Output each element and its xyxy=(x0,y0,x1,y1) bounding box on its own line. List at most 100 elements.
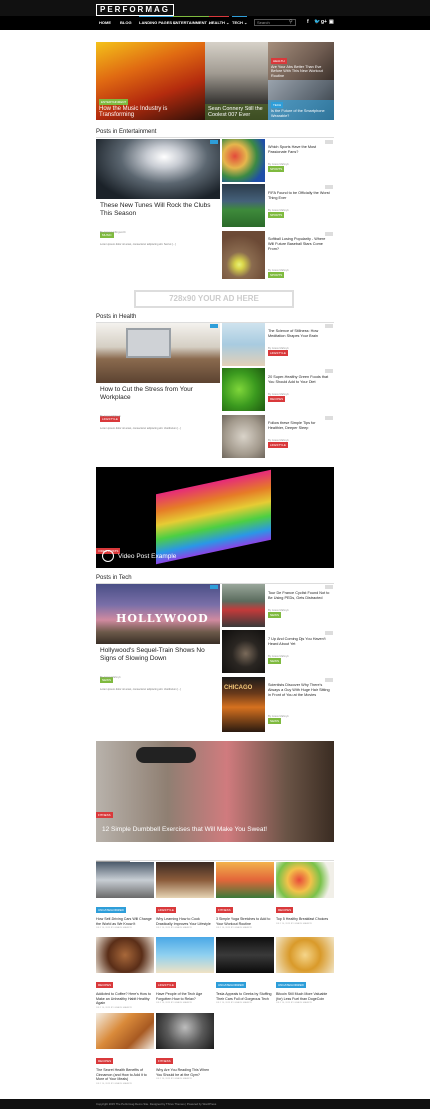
tech-item-2-tag[interactable]: NEWS xyxy=(268,649,281,667)
latest-card[interactable]: UNCATEGORIZED Tesla Appeals to Geeks by … xyxy=(216,937,274,1004)
health-item-1-tag[interactable]: LIFESTYLE xyxy=(268,341,288,359)
latest-card-tag[interactable]: UNCATEGORIZED xyxy=(96,907,126,913)
youtube-icon[interactable]: ▣ xyxy=(329,19,334,25)
hero-top-right[interactable]: HEALTH Are Your Abs Better Than Eve Befo… xyxy=(268,42,334,80)
nav-home[interactable]: HOME xyxy=(99,16,111,30)
health-item-3-title[interactable]: Follow these Simple Tips for Healthier, … xyxy=(268,421,332,431)
nav-entertainment[interactable]: ENTERTAINMENT ⌄ xyxy=(173,16,212,30)
latest-card-tag[interactable]: LIFESTYLE xyxy=(156,982,176,988)
hero-bottom-right[interactable]: TECH Is the Future of the Smartphone Wea… xyxy=(268,80,334,120)
hero-main[interactable]: ENTERTAINMENT How the Music Industry is … xyxy=(96,42,205,120)
nav-landing-pages[interactable]: LANDING PAGES ⌄ xyxy=(139,16,177,30)
video-post[interactable]: VIDEO POSTS Video Post Example xyxy=(96,467,334,568)
health-feature-title[interactable]: How to Cut the Stress from Your Workplac… xyxy=(100,386,218,402)
latest-card-tag[interactable]: RECIPES xyxy=(276,907,294,913)
latest-card-tag[interactable]: UNCATEGORIZED xyxy=(276,982,306,988)
play-icon[interactable] xyxy=(102,550,114,562)
entertainment-feature-image[interactable] xyxy=(96,139,220,199)
ent-item-2-title[interactable]: FIFA Found to be Officially the Worst Th… xyxy=(268,191,332,201)
latest-card[interactable]: UNCATEGORIZED Bitcoin Still Much More Va… xyxy=(276,937,334,1004)
hero-middle-title[interactable]: Sean Connery Still the Coolest 007 Ever xyxy=(208,106,265,118)
hero-top-right-title[interactable]: Are Your Abs Better Than Eve Before With… xyxy=(271,65,331,79)
ent-item-1-title[interactable]: Which Sports Have the Most Passionate Fa… xyxy=(268,145,332,155)
latest-card-title[interactable]: Bitcoin Still Much More Valuable (for) L… xyxy=(276,992,334,1001)
latest-card-title[interactable]: Why Learning How to Cook Drastically Imp… xyxy=(156,917,214,926)
site-logo[interactable]: PERFORMAG xyxy=(96,4,174,16)
ent-item-2-tag[interactable]: SPORTS xyxy=(268,203,285,221)
latest-card[interactable]: FITNESS 3 Simple Yoga Stretches to Add t… xyxy=(216,862,274,929)
latest-card-title[interactable]: Have People of the Tech Age Forgotten Ho… xyxy=(156,992,214,1001)
latest-card-title[interactable]: Top 5 Healthy Breakfast Choices xyxy=(276,917,334,922)
tech-item-2-title[interactable]: 7 Up And Coming Djs You Haven't Heard Ab… xyxy=(268,637,332,647)
tech-item-1-image[interactable] xyxy=(222,584,265,627)
search-icon[interactable]: ⚲ xyxy=(289,19,293,25)
latest-card[interactable]: UNCATEGORIZED How Self-Driving Cars Will… xyxy=(96,862,154,929)
latest-card-title[interactable]: Why Are You Reading This When You Should… xyxy=(156,1068,214,1077)
latest-card-tag[interactable]: FITNESS xyxy=(216,907,233,913)
tech-feature-image[interactable]: HOLLYWOOD xyxy=(96,584,220,644)
latest-card[interactable]: LIFESTYLE Why Learning How to Cook Drast… xyxy=(156,862,214,929)
latest-card-image[interactable] xyxy=(96,937,154,973)
twitter-icon[interactable]: 🐦 xyxy=(314,19,320,25)
hero-middle[interactable]: Sean Connery Still the Coolest 007 Ever xyxy=(205,42,268,120)
ad-banner[interactable]: 728x90 YOUR AD HERE xyxy=(134,290,294,308)
video-title[interactable]: Video Post Example xyxy=(118,553,176,560)
tech-item-3-image[interactable]: CHICAGO xyxy=(222,677,265,732)
latest-card-tag[interactable]: UNCATEGORIZED xyxy=(216,982,246,988)
latest-card-title[interactable]: Tesla Appeals to Geeks by Stuffing Their… xyxy=(216,992,274,1001)
latest-card-image[interactable] xyxy=(216,862,274,898)
latest-card-image[interactable] xyxy=(156,937,214,973)
latest-card-tag[interactable]: RECIPES xyxy=(96,982,114,988)
facebook-icon[interactable]: f xyxy=(307,19,309,25)
latest-card-image[interactable] xyxy=(276,862,334,898)
tech-item-3-tag[interactable]: NEWS xyxy=(268,709,281,727)
latest-card-image[interactable] xyxy=(276,937,334,973)
ent-item-3-image[interactable] xyxy=(222,231,265,279)
health-item-3-tag[interactable]: LIFESTYLE xyxy=(268,433,288,451)
latest-card[interactable]: LIFESTYLE Have People of the Tech Age Fo… xyxy=(156,937,214,1004)
health-feature-image[interactable] xyxy=(96,323,220,383)
latest-card-tag[interactable]: FITNESS xyxy=(156,1058,173,1064)
latest-card[interactable]: FITNESS Why Are You Reading This When Yo… xyxy=(156,1013,214,1080)
latest-card-title[interactable]: 3 Simple Yoga Stretches to Add to Your W… xyxy=(216,917,274,926)
fitness-feature[interactable]: FITNESS 12 Simple Dumbbell Exercises tha… xyxy=(96,741,334,842)
hero-bottom-right-title[interactable]: Is the Future of the Smartphone Wearable… xyxy=(271,109,331,118)
hero-top-right-tag[interactable]: HEALTH xyxy=(271,57,287,64)
latest-card[interactable]: RECIPES The Secret Health Benefits of Ci… xyxy=(96,1013,154,1085)
health-item-1-title[interactable]: The Science of Stillness: How Meditation… xyxy=(268,329,332,339)
hero-bottom-right-tag[interactable]: TECH xyxy=(271,102,284,108)
ent-item-3-tag[interactable]: SPORTS xyxy=(268,263,285,281)
tech-item-1-tag[interactable]: NEWS xyxy=(268,603,281,621)
health-item-2-title[interactable]: 20 Super-Healthy Green Foods that You Sh… xyxy=(268,375,332,385)
latest-card-title[interactable]: How Self-Driving Cars Will Change the Wo… xyxy=(96,917,154,926)
ent-item-1-tag[interactable]: SPORTS xyxy=(268,157,285,175)
entertainment-feature-title[interactable]: These New Tunes Will Rock the Clubs This… xyxy=(100,202,218,218)
fitness-tag[interactable]: FITNESS xyxy=(96,812,113,818)
latest-card-title[interactable]: The Secret Health Benefits of Cinnamon (… xyxy=(96,1068,154,1082)
hero-main-tag[interactable]: ENTERTAINMENT xyxy=(99,99,129,105)
tech-item-3-title[interactable]: Scientists Discover Why There's Always a… xyxy=(268,683,332,698)
latest-card-tag[interactable]: RECIPES xyxy=(96,1058,114,1064)
tech-item-1-title[interactable]: Tour De France Cyclist Found Not to Be U… xyxy=(268,591,332,601)
tech-feature-title[interactable]: Hollywood's Sequel-Train Shows No Signs … xyxy=(100,647,218,663)
tech-item-2-image[interactable] xyxy=(222,630,265,673)
ent-item-1-image[interactable] xyxy=(222,139,265,182)
latest-card-image[interactable] xyxy=(96,862,154,898)
nav-health[interactable]: HEALTH ⌄ xyxy=(209,16,230,30)
health-item-1-image[interactable] xyxy=(222,323,265,366)
latest-card[interactable]: RECIPES Top 5 Healthy Breakfast Choices … xyxy=(276,862,334,925)
latest-card-tag[interactable]: LIFESTYLE xyxy=(156,907,176,913)
ent-item-2-image[interactable] xyxy=(222,184,265,227)
ent-item-3-title[interactable]: Softball Losing Popularity - Where Will … xyxy=(268,237,332,252)
health-item-2-image[interactable] xyxy=(222,368,265,411)
hero-main-title[interactable]: How the Music Industry is Transforming xyxy=(99,106,167,118)
latest-card-title[interactable]: Addicted to Coffee? Here's How to Make a… xyxy=(96,992,154,1006)
fitness-title[interactable]: 12 Simple Dumbbell Exercises that Will M… xyxy=(102,826,267,833)
latest-card-image[interactable] xyxy=(216,937,274,973)
latest-card-image[interactable] xyxy=(156,862,214,898)
google-plus-icon[interactable]: g+ xyxy=(321,19,327,25)
latest-card[interactable]: RECIPES Addicted to Coffee? Here's How t… xyxy=(96,937,154,1009)
nav-blog[interactable]: BLOG xyxy=(120,16,132,30)
latest-card-image[interactable] xyxy=(96,1013,154,1049)
nav-tech[interactable]: TECH ⌄ xyxy=(232,16,248,30)
